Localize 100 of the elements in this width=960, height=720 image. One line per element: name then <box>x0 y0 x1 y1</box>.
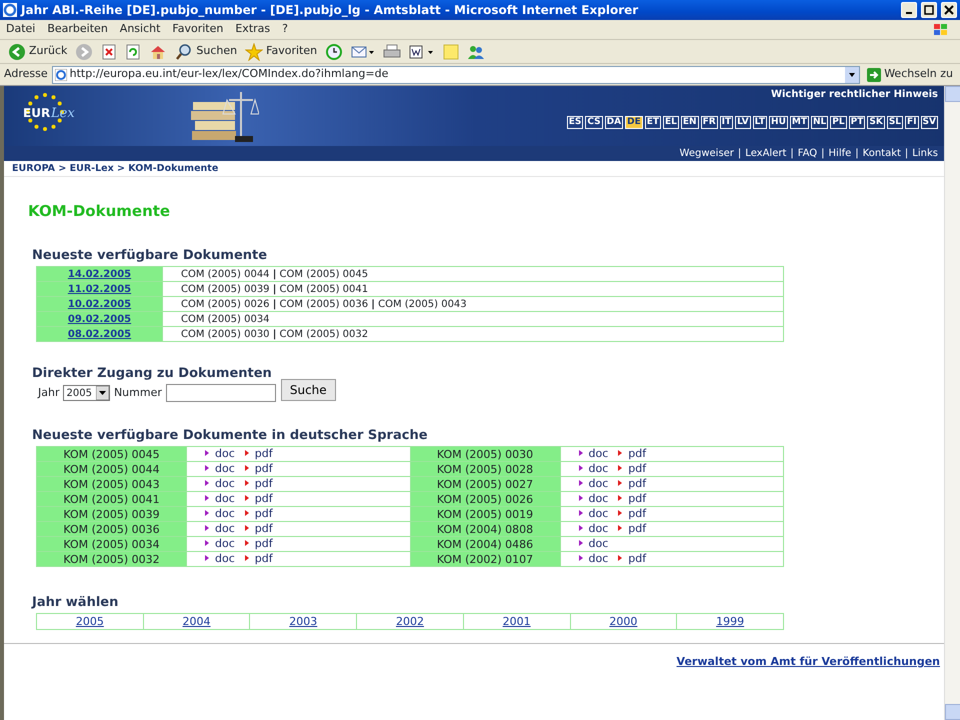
search-button[interactable]: Suche <box>280 379 336 401</box>
address-field[interactable]: http://europa.eu.int/eur-lex/lex/COMIndex.do?ihmlang=de <box>52 66 860 84</box>
doc-link[interactable]: doc <box>205 447 235 460</box>
doc-link[interactable]: doc <box>578 492 608 505</box>
pdf-link[interactable]: pdf <box>244 462 273 475</box>
go-button[interactable]: Wechseln zu <box>864 66 956 84</box>
language-link[interactable]: FR <box>700 116 718 129</box>
people-icon[interactable] <box>467 44 486 60</box>
doc-link[interactable]: doc <box>578 537 608 550</box>
language-link[interactable]: EL <box>663 116 679 129</box>
printer-icon[interactable] <box>383 44 402 60</box>
doc-link[interactable]: doc <box>205 537 235 550</box>
nav-link[interactable]: Kontakt <box>862 148 901 159</box>
pdf-link[interactable]: pdf <box>618 492 646 505</box>
doc-link[interactable]: doc <box>205 492 235 505</box>
language-link[interactable]: ET <box>644 116 662 129</box>
language-link[interactable]: MT <box>790 116 809 129</box>
menu-item[interactable]: Extras <box>229 21 276 38</box>
document-list: COM (2005) 0039 | COM (2005) 0041 <box>181 284 368 294</box>
nav-link[interactable]: Wegweiser <box>680 148 734 159</box>
pdf-link[interactable]: pdf <box>618 552 646 565</box>
doc-link[interactable]: doc <box>578 462 608 475</box>
scrollbar[interactable] <box>944 86 960 720</box>
document-number: KOM (2005) 0034 <box>63 538 160 550</box>
pdf-link[interactable]: pdf <box>244 447 273 460</box>
pdf-link[interactable]: pdf <box>244 537 273 550</box>
number-field[interactable] <box>166 384 276 402</box>
language-link[interactable]: NL <box>810 116 828 129</box>
search-icon <box>175 42 194 60</box>
pdf-link[interactable]: pdf <box>618 447 646 460</box>
language-link[interactable]: PT <box>848 116 866 129</box>
language-link[interactable]: SK <box>867 116 885 129</box>
close-button[interactable] <box>941 2 957 18</box>
menu-item[interactable]: ? <box>276 21 294 38</box>
home-icon[interactable] <box>149 44 168 60</box>
pdf-link[interactable]: pdf <box>244 507 273 520</box>
doc-link[interactable]: doc <box>205 552 235 565</box>
language-link[interactable]: DA <box>604 116 624 129</box>
mail-icon[interactable] <box>351 44 376 60</box>
language-link[interactable]: CS <box>585 116 603 129</box>
document-number: KOM (2005) 0019 <box>436 508 534 520</box>
year-select[interactable]: 2005 <box>63 385 110 401</box>
language-link[interactable]: LV <box>735 116 751 129</box>
menu-item[interactable]: Ansicht <box>114 21 166 38</box>
doc-link[interactable]: doc <box>205 522 235 535</box>
document-list: COM (2005) 0026 | COM (2005) 0036 | COM (2005) 0043 <box>181 298 467 310</box>
pdf-link[interactable]: pdf <box>618 462 646 475</box>
document-number: KOM (2004) 0486 <box>436 538 534 550</box>
doc-link[interactable]: doc <box>578 552 608 565</box>
eur-lex-logo[interactable]: EURLex <box>20 90 90 138</box>
menu-item[interactable]: Datei <box>0 21 42 38</box>
star-icon <box>245 42 264 60</box>
toolbar-button[interactable]: Favoriten <box>241 40 322 62</box>
document-number: KOM (2005) 0044 <box>63 462 160 476</box>
doc-link[interactable]: doc <box>578 477 608 490</box>
toolbar-button[interactable]: Zurück <box>4 40 72 62</box>
maximize-button[interactable] <box>921 2 937 18</box>
nav-link[interactable]: FAQ <box>798 148 818 159</box>
nav-link[interactable]: Links <box>912 148 938 159</box>
edit-icon[interactable] <box>409 44 436 60</box>
footer-link[interactable]: Verwaltet vom Amt für Veröffentlichungen <box>676 655 940 668</box>
stop-icon[interactable] <box>101 44 118 60</box>
nav-link[interactable]: Hilfe <box>828 148 852 159</box>
menu-item[interactable]: Bearbeiten <box>41 21 114 38</box>
pdf-link[interactable]: pdf <box>244 492 273 505</box>
pdf-link[interactable]: pdf <box>244 552 273 565</box>
language-link[interactable]: SV <box>920 116 938 129</box>
legal-notice-link[interactable]: Wichtiger rechtlicher Hinweis <box>770 89 938 100</box>
menu-item[interactable]: Favoriten <box>166 21 230 38</box>
separator: | <box>821 148 825 159</box>
document-list: COM (2005) 0034 <box>181 314 270 324</box>
doc-link[interactable]: doc <box>205 477 235 490</box>
document-number: KOM (2005) 0026 <box>436 492 534 506</box>
pdf-link[interactable]: pdf <box>618 507 646 520</box>
toolbar-button[interactable]: Suchen <box>171 40 242 62</box>
doc-link[interactable]: doc <box>578 507 608 520</box>
nav-link[interactable]: LexAlert <box>745 148 786 159</box>
pdf-link[interactable]: pdf <box>244 522 273 535</box>
language-link[interactable]: HU <box>769 116 788 129</box>
doc-link[interactable]: doc <box>578 447 608 460</box>
doc-link[interactable]: doc <box>578 522 608 535</box>
doc-link[interactable]: doc <box>205 462 235 475</box>
language-link[interactable]: IT <box>720 116 734 129</box>
pdf-link[interactable]: pdf <box>618 522 646 535</box>
pdf-link[interactable]: pdf <box>244 477 273 490</box>
doc-link[interactable]: doc <box>205 507 235 520</box>
language-link[interactable]: PL <box>830 116 847 129</box>
history-icon[interactable] <box>325 42 344 60</box>
language-link[interactable]: SL <box>886 116 904 129</box>
minimize-button[interactable] <box>901 2 917 18</box>
language-link[interactable]: ES <box>566 116 584 129</box>
breadcrumb[interactable]: EUROPA > EUR-Lex > KOM-Dokumente <box>12 163 218 174</box>
pdf-link[interactable]: pdf <box>618 477 646 490</box>
language-link[interactable]: FI <box>905 116 919 129</box>
language-link[interactable]: LT <box>752 116 768 129</box>
language-link[interactable]: EN <box>680 116 699 129</box>
refresh-icon[interactable] <box>125 44 142 60</box>
language-link[interactable]: DE <box>625 116 643 129</box>
dropdown-icon[interactable] <box>96 386 109 400</box>
dropdown-icon[interactable] <box>845 66 860 82</box>
